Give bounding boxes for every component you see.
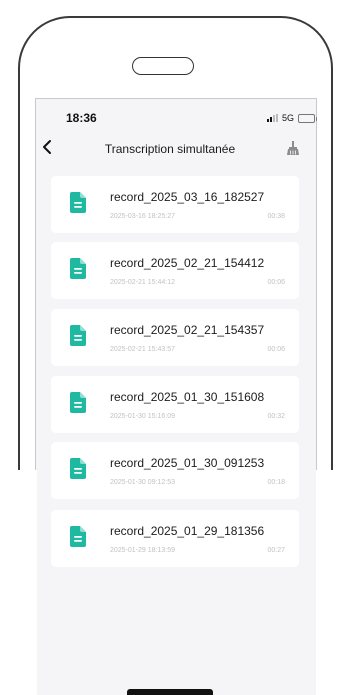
recording-date: 2025-01-29 18:13:59 (110, 547, 175, 554)
recording-name: record_2025_01_30_151608 (110, 390, 265, 404)
document-icon (70, 325, 86, 346)
speaker-grille (132, 57, 194, 75)
recording-duration: 00:18 (267, 479, 285, 486)
status-time: 18:36 (66, 111, 97, 125)
recording-card[interactable]: record_2025_01_30_151608 2025-01-30 15:1… (51, 376, 299, 433)
page-title: Transcription simultanée (104, 142, 236, 156)
recording-duration: 00:06 (267, 346, 285, 353)
document-icon (70, 258, 86, 279)
recording-date: 2025-01-30 15:16:09 (110, 413, 175, 420)
recording-card[interactable]: record_2025_03_16_182527 2025-03-16 18:2… (51, 176, 299, 233)
recording-date: 2025-02-21 15:43:57 (110, 346, 175, 353)
document-icon (70, 526, 86, 547)
recording-duration: 00:32 (267, 413, 285, 420)
crop-margin-left (18, 470, 37, 695)
recording-date: 2025-02-21 15:44:12 (110, 279, 175, 286)
document-icon (70, 192, 86, 213)
recording-card[interactable]: record_2025_02_21_154412 2025-02-21 15:4… (51, 242, 299, 299)
recording-name: record_2025_03_16_182527 (110, 190, 265, 204)
recording-duration: 00:27 (267, 547, 285, 554)
recording-card[interactable]: record_2025_01_30_091253 2025-01-30 09:1… (51, 442, 299, 499)
recording-date: 2025-03-16 18:25:27 (110, 213, 175, 220)
recording-name: record_2025_01_29_181356 (110, 524, 265, 538)
battery-icon (298, 113, 318, 123)
screen-lower-area (37, 470, 316, 695)
crop-margin-right (316, 470, 341, 695)
network-label: 5G (282, 113, 295, 123)
recording-name: record_2025_02_21_154357 (110, 323, 265, 337)
recording-duration: 00:06 (267, 279, 285, 286)
recording-date: 2025-01-30 09:12:53 (110, 479, 175, 486)
recording-name: record_2025_02_21_154412 (110, 256, 265, 270)
back-button[interactable] (40, 139, 54, 155)
document-icon (70, 392, 86, 413)
signal-icon (267, 114, 278, 122)
recording-card[interactable]: record_2025_01_29_181356 2025-01-29 18:1… (51, 510, 299, 567)
home-indicator (127, 689, 213, 695)
recording-name: record_2025_01_30_091253 (110, 456, 265, 470)
document-icon (70, 458, 86, 479)
clear-broom-icon[interactable] (286, 140, 300, 156)
recording-duration: 00:38 (267, 213, 285, 220)
recording-card[interactable]: record_2025_02_21_154357 2025-02-21 15:4… (51, 309, 299, 366)
status-indicators: 5G (267, 112, 318, 124)
